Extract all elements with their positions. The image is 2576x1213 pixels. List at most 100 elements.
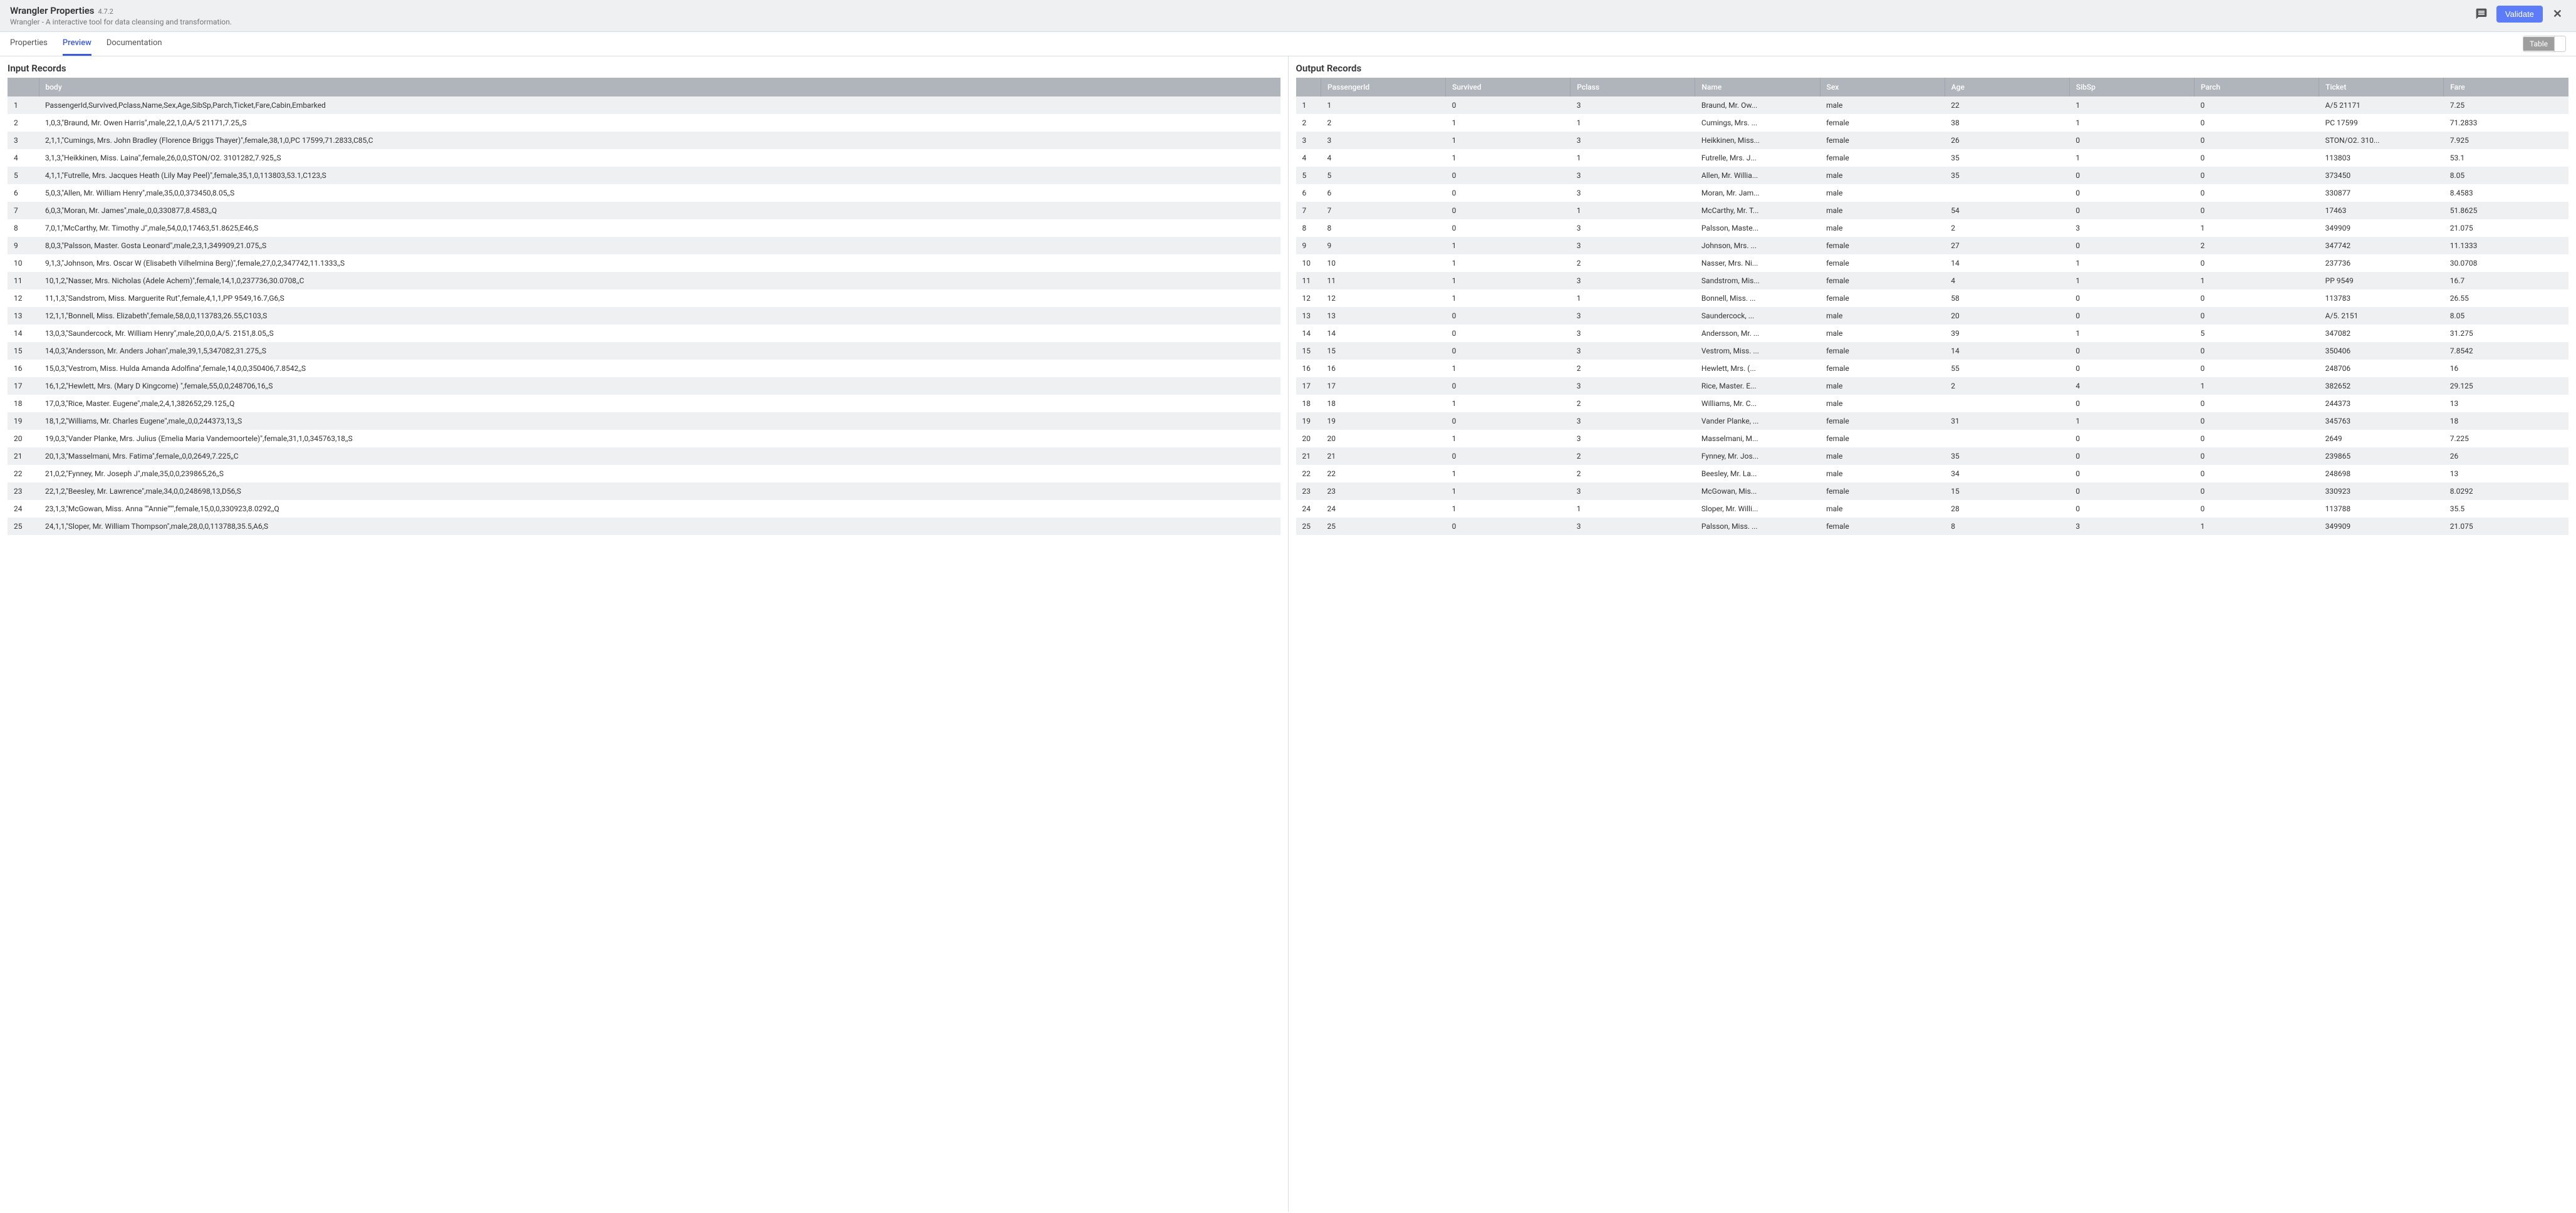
table-row[interactable]: 54,1,1,"Futrelle, Mrs. Jacques Heath (Li…: [8, 167, 1280, 184]
row-body: 1,0,3,"Braund, Mr. Owen Harris",male,22,…: [39, 114, 1280, 132]
cell-sex: male: [1820, 184, 1945, 202]
table-row[interactable]: 32,1,1,"Cumings, Mrs. John Bradley (Flor…: [8, 132, 1280, 149]
table-row[interactable]: 1716,1,2,"Hewlett, Mrs. (Mary D Kingcome…: [8, 377, 1280, 395]
table-row[interactable]: 109,1,3,"Johnson, Mrs. Oscar W (Elisabet…: [8, 254, 1280, 272]
table-row[interactable]: 101012Nasser, Mrs. Ni...female1410237736…: [1296, 254, 2569, 272]
output-col-sibsp[interactable]: SibSp: [2069, 78, 2194, 96]
table-row[interactable]: 87,0,1,"McCarthy, Mr. Timothy J",male,54…: [8, 219, 1280, 237]
table-row[interactable]: 161612Hewlett, Mrs. (...female5500248706…: [1296, 360, 2569, 377]
table-row[interactable]: 121211Bonnell, Miss. ...female5800113783…: [1296, 289, 2569, 307]
cell-ticket: 113788: [2319, 500, 2444, 518]
table-row[interactable]: 9913Johnson, Mrs. ...female270234774211.…: [1296, 237, 2569, 254]
table-row[interactable]: 222212Beesley, Mr. La...male340024869813: [1296, 465, 2569, 482]
view-toggle[interactable]: Table: [2523, 36, 2566, 52]
input-col-rownum[interactable]: [8, 78, 39, 96]
table-row[interactable]: 1413,0,3,"Saundercock, Mr. William Henry…: [8, 325, 1280, 342]
header: Wrangler Properties 4.7.2 Wrangler - A i…: [0, 0, 2576, 32]
table-row[interactable]: 43,1,3,"Heikkinen, Miss. Laina",female,2…: [8, 149, 1280, 167]
cell-name: Braund, Mr. Ow...: [1695, 96, 1820, 114]
toggle-handle[interactable]: [2554, 36, 2565, 51]
table-row[interactable]: 141403Andersson, Mr. ...male391534708231…: [1296, 325, 2569, 342]
table-row[interactable]: 5503Allen, Mr. Willia...male35003734508.…: [1296, 167, 2569, 184]
input-col-body[interactable]: body: [39, 78, 1280, 96]
table-row[interactable]: 2322,1,2,"Beesley, Mr. Lawrence",male,34…: [8, 482, 1280, 500]
table-row[interactable]: 2019,0,3,"Vander Planke, Mrs. Julius (Em…: [8, 430, 1280, 447]
output-col-parch[interactable]: Parch: [2194, 78, 2319, 96]
table-row[interactable]: 1PassengerId,Survived,Pclass,Name,Sex,Ag…: [8, 96, 1280, 114]
table-row[interactable]: 202013Masselmani, M...female0026497.225: [1296, 430, 2569, 447]
row-number: 6: [1296, 184, 1321, 202]
output-col-name[interactable]: Name: [1695, 78, 1820, 96]
cell-sibsp: 3: [2069, 219, 2194, 237]
cell-survived: 0: [1446, 325, 1571, 342]
table-row[interactable]: 2423,1,3,"McGowan, Miss. Anna ""Annie"""…: [8, 500, 1280, 518]
table-row[interactable]: 1103Braund, Mr. Ow...male2210A/5 211717.…: [1296, 96, 2569, 114]
table-row[interactable]: 181812Williams, Mr. C...male0024437313: [1296, 395, 2569, 412]
table-row[interactable]: 171703Rice, Master. E...male24138265229.…: [1296, 377, 2569, 395]
cell-ticket: A/5 21171: [2319, 96, 2444, 114]
table-row[interactable]: 1817,0,3,"Rice, Master. Eugene",male,2,4…: [8, 395, 1280, 412]
table-row[interactable]: 1615,0,3,"Vestrom, Miss. Hulda Amanda Ad…: [8, 360, 1280, 377]
table-row[interactable]: 1110,1,2,"Nasser, Mrs. Nicholas (Adele A…: [8, 272, 1280, 289]
output-col-passengerid[interactable]: PassengerId: [1321, 78, 1446, 96]
output-col-age[interactable]: Age: [1945, 78, 2069, 96]
output-table-wrap[interactable]: PassengerIdSurvivedPclassNameSexAgeSibSp…: [1296, 78, 2569, 1205]
cell-survived: 0: [1446, 219, 1571, 237]
table-row[interactable]: 131303Saundercock, ...male2000A/5. 21518…: [1296, 307, 2569, 325]
row-body: 12,1,1,"Bonnell, Miss. Elizabeth",female…: [39, 307, 1280, 325]
cell-fare: 11.1333: [2444, 237, 2568, 254]
table-row[interactable]: 212102Fynney, Mr. Jos...male350023986526: [1296, 447, 2569, 465]
input-table-wrap[interactable]: body 1PassengerId,Survived,Pclass,Name,S…: [8, 78, 1280, 1205]
cell-pclass: 3: [1571, 96, 1695, 114]
cell-sex: male: [1820, 325, 1945, 342]
table-row[interactable]: 2211Cumings, Mrs. ...female3810PC 175997…: [1296, 114, 2569, 132]
table-row[interactable]: 1918,1,2,"Williams, Mr. Charles Eugene",…: [8, 412, 1280, 430]
close-icon[interactable]: ✕: [2549, 8, 2566, 21]
table-row[interactable]: 232313McGowan, Mis...female15003309238.0…: [1296, 482, 2569, 500]
table-row[interactable]: 252503Palsson, Miss. ...female8313499092…: [1296, 518, 2569, 535]
output-col-pclass[interactable]: Pclass: [1571, 78, 1695, 96]
table-row[interactable]: 2221,0,2,"Fynney, Mr. Joseph J",male,35,…: [8, 465, 1280, 482]
tab-documentation[interactable]: Documentation: [106, 32, 162, 56]
cell-ticket: 347082: [2319, 325, 2444, 342]
cell-passengerid: 19: [1321, 412, 1446, 430]
row-body: 9,1,3,"Johnson, Mrs. Oscar W (Elisabeth …: [39, 254, 1280, 272]
table-row[interactable]: 1514,0,3,"Andersson, Mr. Anders Johan",m…: [8, 342, 1280, 360]
table-row[interactable]: 4411Futrelle, Mrs. J...female35101138035…: [1296, 149, 2569, 167]
cell-pclass: 1: [1571, 202, 1695, 219]
cell-ticket: 244373: [2319, 395, 2444, 412]
table-row[interactable]: 6603Moran, Mr. Jam...male003308778.4583: [1296, 184, 2569, 202]
table-row[interactable]: 65,0,3,"Allen, Mr. William Henry",male,3…: [8, 184, 1280, 202]
table-row[interactable]: 21,0,3,"Braund, Mr. Owen Harris",male,22…: [8, 114, 1280, 132]
row-number: 20: [1296, 430, 1321, 447]
table-row[interactable]: 1211,1,3,"Sandstrom, Miss. Marguerite Ru…: [8, 289, 1280, 307]
table-row[interactable]: 3313Heikkinen, Miss...female2600STON/O2.…: [1296, 132, 2569, 149]
table-row[interactable]: 2524,1,1,"Sloper, Mr. William Thompson",…: [8, 518, 1280, 535]
cell-age: [1945, 395, 2069, 412]
output-col-rownum[interactable]: [1296, 78, 1321, 96]
cell-passengerid: 10: [1321, 254, 1446, 272]
table-row[interactable]: 1312,1,1,"Bonnell, Miss. Elizabeth",fema…: [8, 307, 1280, 325]
output-col-fare[interactable]: Fare: [2444, 78, 2568, 96]
table-row[interactable]: 111113Sandstrom, Mis...female411PP 95491…: [1296, 272, 2569, 289]
output-col-survived[interactable]: Survived: [1446, 78, 1571, 96]
tab-preview[interactable]: Preview: [63, 32, 91, 56]
input-panel: Input Records body 1PassengerId,Survived…: [0, 56, 1289, 1212]
validate-button[interactable]: Validate: [2496, 6, 2543, 23]
table-row[interactable]: 191903Vander Planke, ...female3110345763…: [1296, 412, 2569, 430]
cell-passengerid: 11: [1321, 272, 1446, 289]
table-row[interactable]: 98,0,3,"Palsson, Master. Gosta Leonard",…: [8, 237, 1280, 254]
tab-properties[interactable]: Properties: [10, 32, 48, 56]
table-row[interactable]: 242411Sloper, Mr. Willi...male2800113788…: [1296, 500, 2569, 518]
comment-icon[interactable]: [2473, 5, 2490, 23]
table-row[interactable]: 8803Palsson, Maste...male23134990921.075: [1296, 219, 2569, 237]
cell-passengerid: 20: [1321, 430, 1446, 447]
table-row[interactable]: 7701McCarthy, Mr. T...male54001746351.86…: [1296, 202, 2569, 219]
table-row[interactable]: 2120,1,3,"Masselmani, Mrs. Fatima",femal…: [8, 447, 1280, 465]
cell-fare: 16.7: [2444, 272, 2568, 289]
output-col-ticket[interactable]: Ticket: [2319, 78, 2444, 96]
table-row[interactable]: 151503Vestrom, Miss. ...female1400350406…: [1296, 342, 2569, 360]
table-row[interactable]: 76,0,3,"Moran, Mr. James",male,,0,0,3308…: [8, 202, 1280, 219]
row-number: 1: [1296, 96, 1321, 114]
output-col-sex[interactable]: Sex: [1820, 78, 1945, 96]
